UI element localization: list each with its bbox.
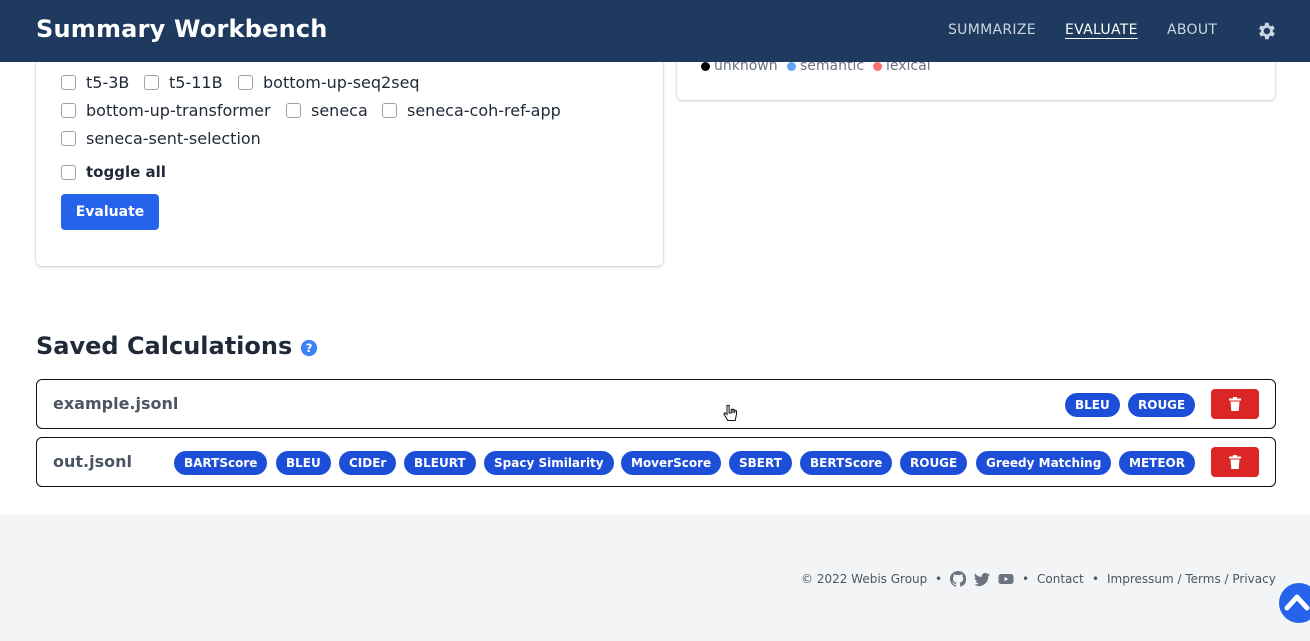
metric-badge-greedy-matching: Greedy Matching [976, 451, 1112, 475]
metric-badge-bleu: BLEU [276, 451, 331, 475]
model-checkbox-seneca[interactable]: seneca [286, 100, 368, 120]
metric-badge-bleu: BLEU [1065, 393, 1120, 417]
footer-separator: • [935, 572, 943, 586]
model-checkbox-bottom-up-seq2seq[interactable]: bottom-up-seq2seq [238, 72, 420, 92]
saved-calculations-title: Saved Calculations [36, 332, 293, 360]
nav-about[interactable]: ABOUT [1167, 22, 1217, 38]
model-label: bottom-up-seq2seq [263, 72, 420, 92]
checkbox[interactable] [144, 74, 159, 90]
saved-row-example: example.jsonl BLEU ROUGE [36, 379, 1276, 429]
checkbox[interactable] [382, 102, 397, 118]
delete-button[interactable] [1211, 389, 1259, 419]
metric-badge-sbert: SBERT [729, 451, 792, 475]
help-icon[interactable]: ? [300, 339, 318, 357]
checkbox[interactable] [61, 102, 76, 118]
model-checkbox-t5-3b[interactable]: t5-3B [61, 72, 129, 92]
model-label: seneca-coh-ref-app [407, 100, 561, 120]
lexical-dot-icon [873, 61, 882, 71]
model-label: seneca-sent-selection [86, 128, 261, 148]
impressum-terms-privacy-link[interactable]: Impressum / Terms / Privacy [1107, 572, 1276, 586]
model-checkbox-seneca-coh-ref-app[interactable]: seneca-coh-ref-app [382, 100, 561, 120]
model-label: seneca [311, 100, 368, 120]
model-checkbox-bottom-up-transformer[interactable]: bottom-up-transformer [61, 100, 271, 120]
top-navbar: Summary Workbench SUMMARIZE EVALUATE ABO… [0, 0, 1310, 62]
metric-badge-spacy-similarity: Spacy Similarity [484, 451, 614, 475]
footer-separator: • [1022, 572, 1030, 586]
scroll-to-top-button[interactable] [1279, 583, 1310, 623]
toggle-all-label: toggle all [86, 163, 166, 181]
twitter-icon[interactable] [974, 571, 990, 587]
chevron-up-icon [1284, 594, 1310, 611]
metric-badge-meteor: METEOR [1119, 451, 1195, 475]
trash-icon [1229, 397, 1241, 411]
checkbox[interactable] [238, 74, 253, 90]
metric-badge-bartscore: BARTScore [174, 451, 268, 475]
metric-badge-bleurt: BLEURT [404, 451, 476, 475]
toggle-all-checkbox[interactable]: toggle all [61, 162, 166, 182]
footer: © 2022 Webis Group • • Contact • Impress… [0, 515, 1310, 641]
nav-summarize[interactable]: SUMMARIZE [948, 22, 1036, 38]
model-label: t5-3B [86, 72, 130, 92]
copyright-text: © 2022 Webis Group [801, 572, 928, 586]
metric-badge-rouge: ROUGE [900, 451, 968, 475]
evaluate-button[interactable]: Evaluate [61, 194, 159, 230]
nav-evaluate[interactable]: EVALUATE [1065, 22, 1138, 38]
contact-link[interactable]: Contact [1037, 572, 1084, 586]
svg-text:?: ? [306, 341, 313, 355]
model-label: bottom-up-transformer [86, 100, 271, 120]
saved-row-out: out.jsonl BARTScore BLEU CIDEr BLEURT Sp… [36, 437, 1276, 487]
footer-separator: • [1092, 572, 1100, 586]
checkbox[interactable] [61, 130, 76, 146]
checkbox[interactable] [286, 102, 301, 118]
trash-icon [1229, 455, 1241, 469]
github-icon[interactable] [950, 571, 966, 587]
calc-file-name: example.jsonl [53, 394, 179, 413]
hand-cursor-icon [723, 405, 737, 421]
model-checkbox-seneca-sent-selection[interactable]: seneca-sent-selection [61, 128, 261, 148]
metric-badge-rouge: ROUGE [1128, 393, 1196, 417]
semantic-dot-icon [787, 61, 796, 71]
metric-badge-cider: CIDEr [339, 451, 397, 475]
app-title[interactable]: Summary Workbench [36, 15, 328, 43]
checkbox[interactable] [61, 74, 76, 90]
model-checkbox-t5-11b[interactable]: t5-11B [144, 72, 223, 92]
gear-icon[interactable] [1255, 20, 1277, 42]
checkbox[interactable] [61, 164, 76, 180]
unknown-dot-icon [701, 61, 710, 71]
delete-button[interactable] [1211, 447, 1259, 477]
metric-badge-moverscore: MoverScore [621, 451, 722, 475]
model-label: t5-11B [169, 72, 223, 92]
calc-file-name: out.jsonl [53, 452, 132, 471]
metric-badge-bertscore: BERTScore [800, 451, 893, 475]
youtube-icon[interactable] [998, 571, 1014, 587]
